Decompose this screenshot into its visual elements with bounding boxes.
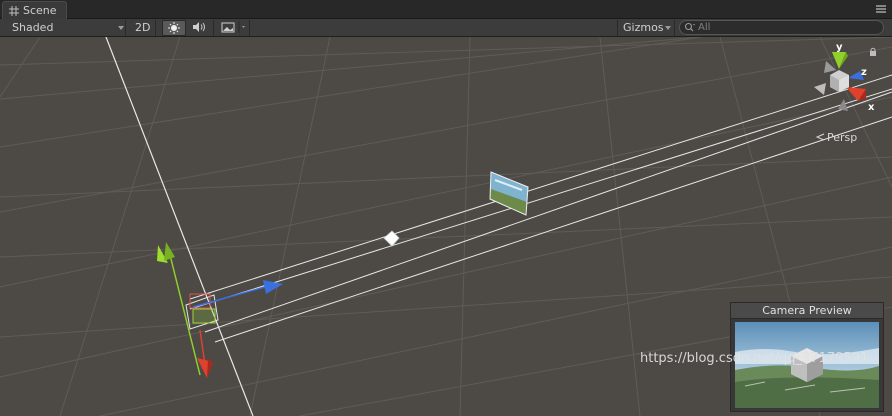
speaker-icon: [193, 22, 205, 32]
grid-icon: [9, 6, 19, 16]
sun-icon: [168, 22, 180, 34]
perspective-icon: [815, 133, 825, 141]
scene-toolbar: Shaded 2D Gizmos: [0, 19, 892, 37]
lock-icon[interactable]: [868, 47, 878, 57]
tab-label: Scene: [23, 4, 57, 17]
axis-y-label: y: [836, 43, 843, 53]
gizmos-dropdown[interactable]: Gizmos: [617, 20, 675, 36]
watermark-text: https://blog.csdn.net/qq_37179591: [640, 351, 869, 366]
lighting-toggle-button[interactable]: [162, 20, 186, 36]
effects-dropdown[interactable]: [216, 20, 250, 36]
camera-preview-title: Camera Preview: [731, 303, 883, 319]
major-grid-line: [105, 37, 254, 416]
axis-x-label: x: [868, 102, 875, 113]
search-input[interactable]: [698, 21, 878, 34]
shading-mode-label: Shaded: [12, 21, 54, 34]
search-field[interactable]: [679, 20, 884, 35]
audio-toggle-button[interactable]: [188, 20, 214, 36]
move-gizmo[interactable]: [157, 242, 283, 378]
window-tabbar: Scene: [0, 0, 892, 19]
tab-scene[interactable]: Scene: [2, 1, 67, 19]
camera-near-plane: [189, 293, 216, 324]
chevron-down-icon: [665, 26, 671, 30]
toggle-2d-label: 2D: [135, 21, 151, 34]
image-icon: [221, 21, 245, 33]
toggle-2d-button[interactable]: 2D: [128, 20, 156, 36]
gizmos-label: Gizmos: [623, 21, 664, 34]
projection-label: Persp: [827, 131, 858, 144]
search-icon: [684, 22, 695, 32]
scene-viewport[interactable]: y z x Persp Camera Preview https://blog.…: [0, 37, 892, 416]
menu-icon[interactable]: [874, 3, 888, 15]
shading-mode-dropdown[interactable]: Shaded: [2, 20, 126, 36]
chevron-down-icon: [118, 26, 124, 30]
axis-z-label: z: [861, 67, 867, 78]
